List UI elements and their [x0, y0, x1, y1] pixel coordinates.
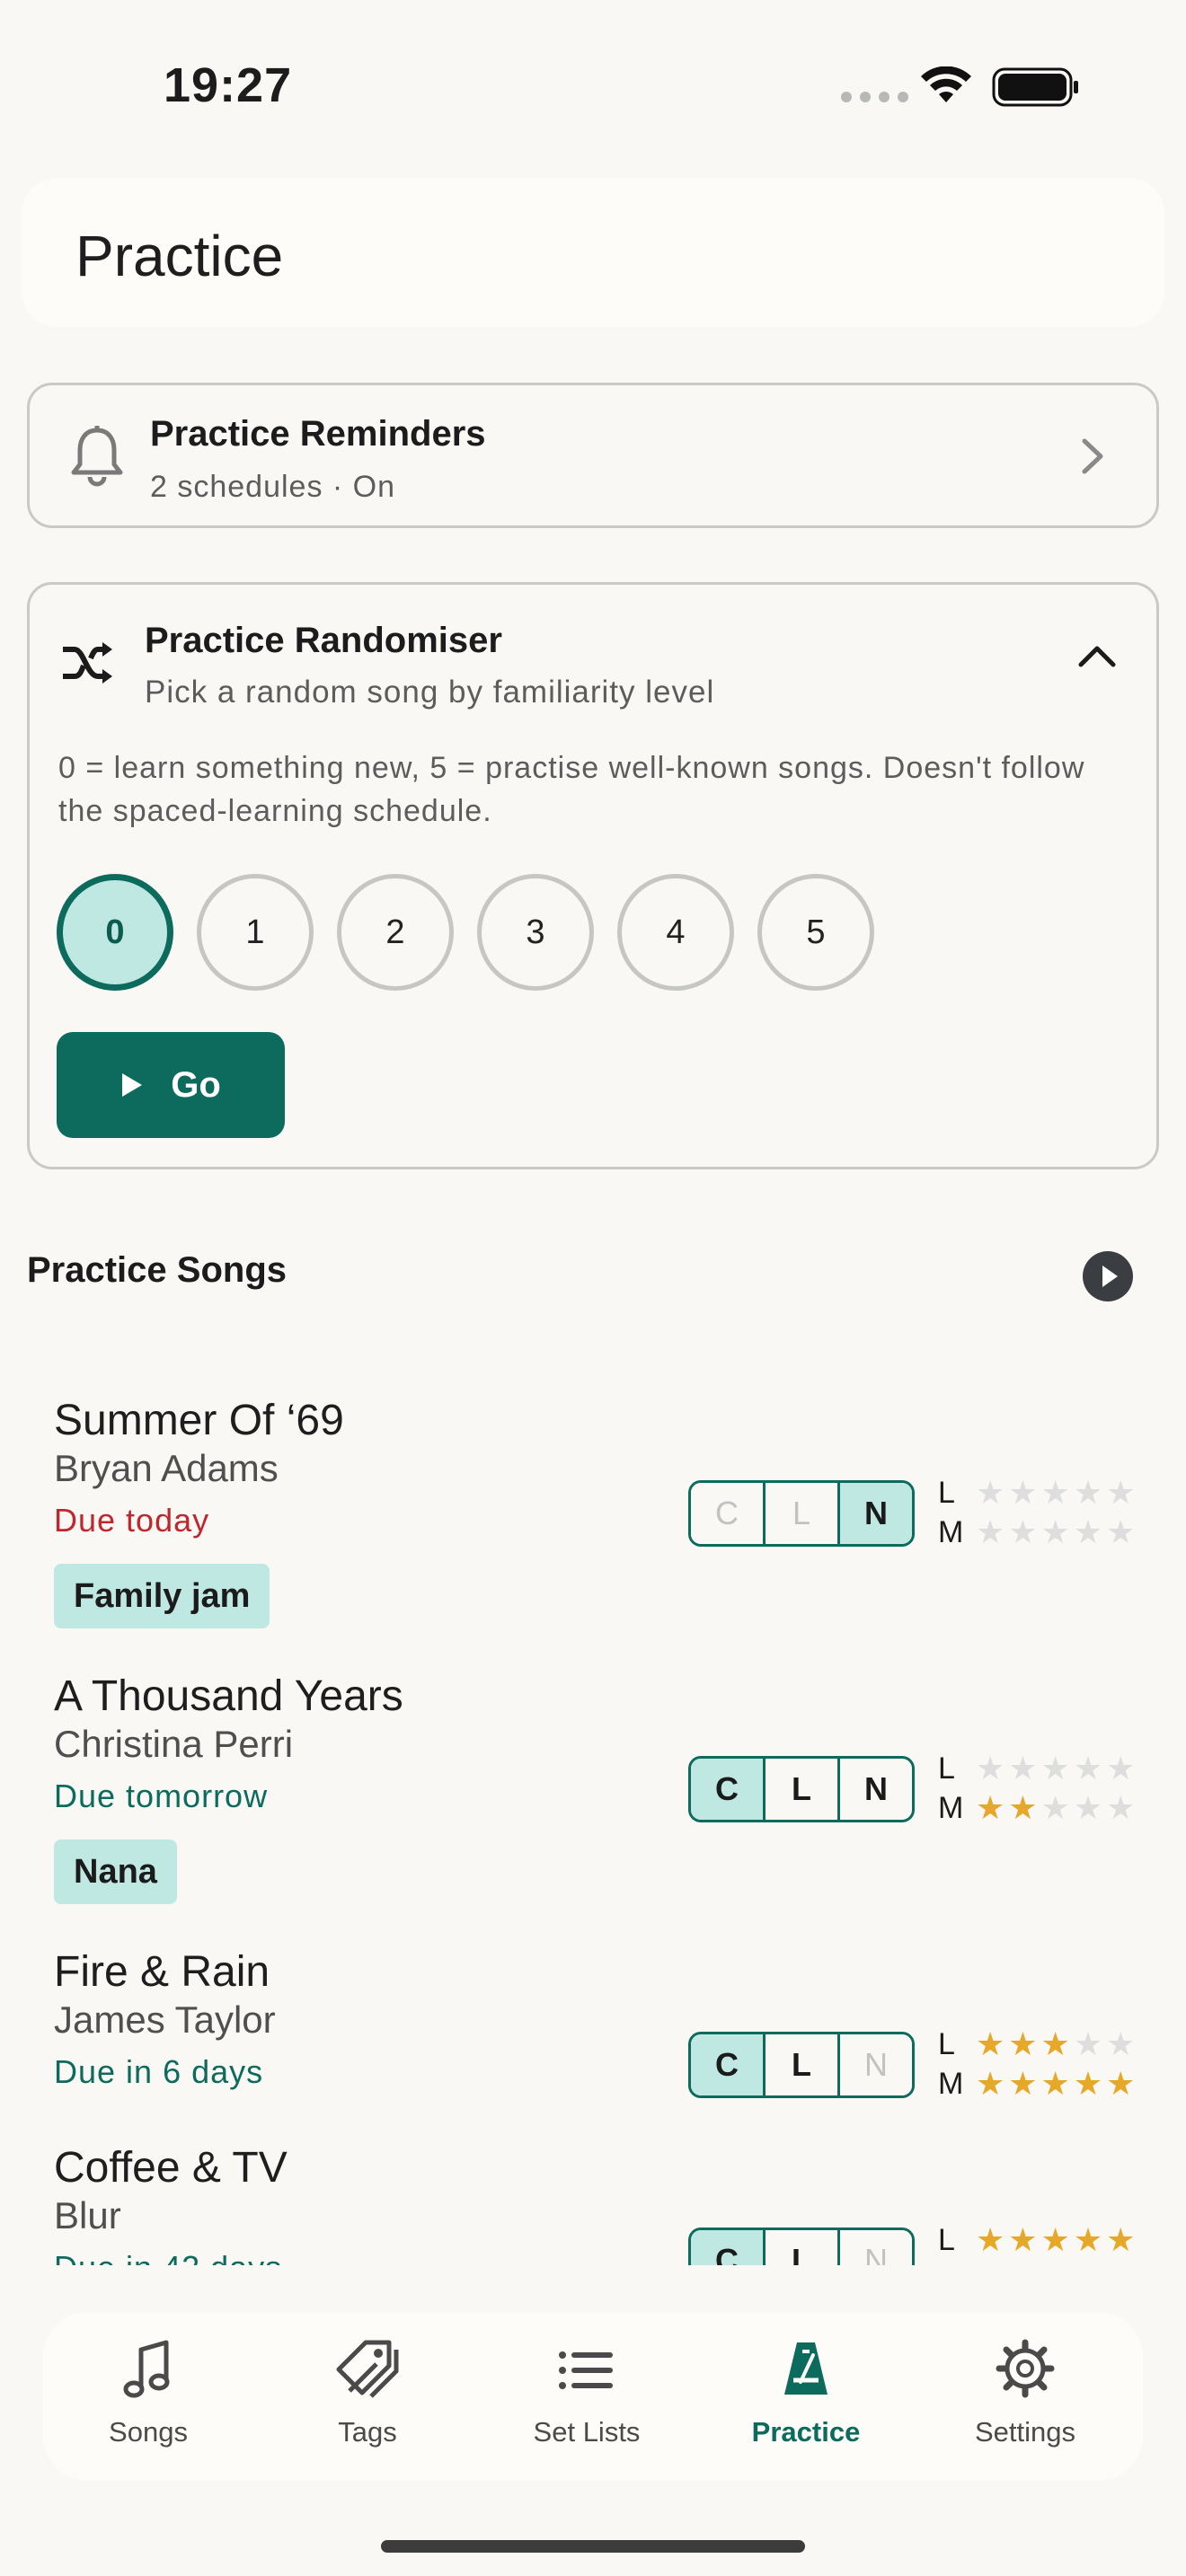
- cln-toggle: C L N: [688, 2032, 915, 2098]
- tab-bar: Songs Tags Set Lists Practice Settings: [43, 2312, 1143, 2481]
- reminders-subtitle: 2 schedules · On: [150, 470, 396, 504]
- song-title: Fire & Rain: [54, 1948, 270, 1996]
- familiarity-rating: L ★★★★★ M ★★★★★: [938, 1473, 1163, 1552]
- notes-toggle[interactable]: N: [840, 1759, 912, 1820]
- due-status: Due tomorrow: [54, 1778, 269, 1814]
- go-label: Go: [171, 1064, 221, 1105]
- level-1-button[interactable]: 1: [197, 874, 314, 991]
- familiarity-rating: L★★★★★ M★★★★★: [938, 2220, 1163, 2265]
- randomiser-title: Practice Randomiser: [145, 621, 502, 660]
- tab-label: Practice: [751, 2416, 861, 2448]
- music-stars: ★★★★★: [976, 2065, 1139, 2102]
- chevron-up-icon[interactable]: [1077, 642, 1117, 669]
- tab-set-lists[interactable]: Set Lists: [488, 2312, 686, 2481]
- cln-toggle: C L N: [688, 1480, 915, 1547]
- lyrics-toggle[interactable]: L: [766, 2034, 840, 2095]
- level-4-button[interactable]: 4: [617, 874, 734, 991]
- status-time: 19:27: [164, 58, 293, 112]
- notes-toggle[interactable]: N: [840, 2230, 912, 2265]
- practice-reminders-card[interactable]: Practice Reminders 2 schedules · On: [27, 383, 1159, 528]
- music-stars: ★★★★★: [976, 1513, 1139, 1550]
- cellular-signal-icon: [841, 92, 908, 102]
- lyrics-stars: ★★★★★: [976, 2221, 1139, 2258]
- due-status: Due today: [54, 1502, 210, 1539]
- chords-toggle[interactable]: C: [691, 2034, 766, 2095]
- lyrics-toggle[interactable]: L: [766, 1483, 840, 1544]
- song-artist: Christina Perri: [54, 1723, 294, 1765]
- chevron-right-icon: [1082, 438, 1103, 474]
- tab-label: Songs: [109, 2416, 188, 2448]
- music-note-icon: [123, 2340, 170, 2398]
- song-tag[interactable]: Nana: [54, 1839, 177, 1904]
- list-icon: [559, 2351, 613, 2389]
- go-button[interactable]: Go: [57, 1032, 285, 1138]
- lyrics-rating-label: L: [938, 1751, 955, 1786]
- metronome-icon: [784, 2342, 828, 2395]
- randomiser-subtitle: Pick a random song by familiarity level: [145, 675, 715, 710]
- tab-settings[interactable]: Settings: [926, 2312, 1124, 2481]
- familiarity-level-selector: 0 1 2 3 4 5: [57, 874, 874, 991]
- shuffle-icon: [63, 642, 112, 684]
- tab-label: Tags: [338, 2416, 397, 2448]
- chords-toggle[interactable]: C: [691, 1483, 766, 1544]
- home-indicator[interactable]: [381, 2540, 805, 2553]
- tab-tags[interactable]: Tags: [269, 2312, 466, 2481]
- cln-toggle: C L N: [688, 1756, 915, 1822]
- tag-icon: [336, 2340, 399, 2398]
- tab-label: Set Lists: [533, 2416, 641, 2448]
- practice-songs-list: Summer Of ‘69 Bryan Adams Due today Fami…: [0, 1383, 1186, 2265]
- music-rating-label: M: [938, 2066, 964, 2101]
- due-status: Due in 42 days: [54, 2249, 282, 2265]
- practice-randomiser-card: Practice Randomiser Pick a random song b…: [27, 582, 1159, 1169]
- lyrics-rating-label: L: [938, 2222, 955, 2257]
- page-title: Practice: [75, 224, 284, 288]
- wifi-icon: [921, 66, 971, 102]
- tab-label: Settings: [974, 2416, 1075, 2448]
- cln-toggle: C L N: [688, 2228, 915, 2265]
- level-2-button[interactable]: 2: [337, 874, 454, 991]
- lyrics-toggle[interactable]: L: [766, 2230, 840, 2265]
- gear-icon: [996, 2339, 1055, 2398]
- music-stars: ★★★★★: [976, 1789, 1139, 1826]
- song-artist: James Taylor: [54, 1998, 276, 2041]
- song-title: Summer Of ‘69: [54, 1397, 344, 1444]
- music-stars: ★★★★★: [976, 2260, 1138, 2265]
- level-5-button[interactable]: 5: [757, 874, 874, 991]
- familiarity-rating: L ★★★★★ M ★★★★★: [938, 2025, 1163, 2104]
- play-icon: [122, 1073, 143, 1097]
- song-artist: Bryan Adams: [54, 1447, 279, 1489]
- lyrics-rating-label: L: [938, 2026, 955, 2061]
- tab-practice[interactable]: Practice: [707, 2312, 905, 2481]
- level-0-button[interactable]: 0: [57, 874, 173, 991]
- lyrics-rating-label: L: [938, 1475, 955, 1510]
- lyrics-stars: ★★★★★: [976, 1474, 1139, 1511]
- lyrics-stars: ★★★★★: [976, 2025, 1139, 2062]
- battery-icon: [992, 67, 1078, 107]
- tab-songs[interactable]: Songs: [49, 2312, 247, 2481]
- music-rating-label: M: [938, 1790, 964, 1825]
- song-tag[interactable]: Family jam: [54, 1564, 270, 1628]
- notes-toggle[interactable]: N: [840, 2034, 912, 2095]
- bell-icon: [71, 426, 123, 487]
- song-title: A Thousand Years: [54, 1672, 403, 1720]
- randomiser-description: 0 = learn something new, 5 = practise we…: [58, 751, 1085, 828]
- song-artist: Blur: [54, 2194, 121, 2236]
- practice-songs-heading: Practice Songs: [27, 1250, 288, 1290]
- music-rating-label: M: [938, 2263, 976, 2266]
- notes-toggle[interactable]: N: [840, 1483, 912, 1544]
- familiarity-rating: L ★★★★★ M ★★★★★: [938, 1749, 1163, 1828]
- level-3-button[interactable]: 3: [477, 874, 594, 991]
- page-header: Practice: [22, 178, 1164, 327]
- due-status: Due in 6 days: [54, 2053, 264, 2090]
- reminders-title: Practice Reminders: [150, 414, 486, 454]
- status-bar: 19:27: [0, 0, 1186, 162]
- play-circle-icon[interactable]: [1082, 1250, 1134, 1302]
- song-title: Coffee & TV: [54, 2144, 288, 2192]
- lyrics-stars: ★★★★★: [976, 1750, 1139, 1786]
- lyrics-toggle[interactable]: L: [766, 1759, 840, 1820]
- chords-toggle[interactable]: C: [691, 2230, 766, 2265]
- chords-toggle[interactable]: C: [691, 1759, 766, 1820]
- music-rating-label: M: [938, 1514, 964, 1549]
